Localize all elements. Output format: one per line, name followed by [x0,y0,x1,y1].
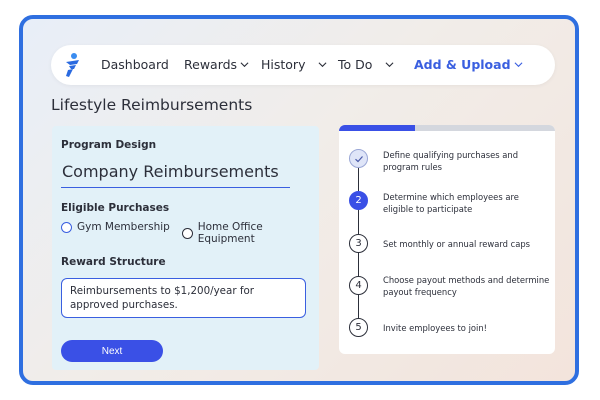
radio-button[interactable] [61,221,72,233]
steps-panel: Define qualifying purchases and program … [339,125,555,354]
progress-bar [339,125,555,131]
nav-dashboard[interactable]: Dashboard [101,57,169,72]
check-icon [354,155,363,162]
option-label: Home Office Equipment [197,221,263,245]
nav-history-label: History [261,57,306,72]
chevron-down-icon [514,62,523,68]
nav-add-upload[interactable]: Add & Upload [414,57,523,72]
app-frame: Dashboard Rewards History To Do Add & Up… [19,15,579,385]
nav-todo[interactable]: To Do [338,57,394,72]
nav-history[interactable]: History [261,57,327,72]
nav-todo-label: To Do [338,57,373,72]
option-home-office-equipment[interactable]: Home Office Equipment [182,221,319,245]
eligible-purchases-label: Eligible Purchases [61,202,170,214]
step-5-text: Invite employees to join! [383,323,488,333]
program-design-label: Program Design [61,139,157,151]
option-gym-membership[interactable]: Gym Membership [61,221,170,233]
step-3-text: Set monthly or annual reward caps [383,239,531,249]
step-2-circle: 2 [349,191,368,210]
radio-button[interactable] [182,227,193,239]
chevron-down-icon [240,62,249,68]
top-navbar: Dashboard Rewards History To Do Add & Up… [51,45,555,85]
step-3-circle: 3 [349,234,368,253]
nav-dashboard-label: Dashboard [101,57,169,72]
program-name-field[interactable]: Company Reimbursements [61,160,290,188]
step-1-text: Define qualifying purchases and program … [383,150,519,173]
step-1-circle [349,149,368,168]
option-label: Gym Membership [77,221,170,233]
nav-rewards-label: Rewards [184,57,238,72]
nav-add-upload-label: Add & Upload [414,57,511,72]
reward-structure-input[interactable]: Reimbursements to $1,200/year for approv… [61,278,306,318]
chevron-down-icon [319,62,327,68]
step-2-text: Determine which employees are eligible t… [383,192,519,215]
chevron-down-icon [385,62,394,68]
step-4-text: Choose payout methods and determine payo… [383,275,550,298]
step-5-circle: 5 [349,318,368,337]
progress-fill [339,125,415,131]
nav-rewards[interactable]: Rewards [184,57,249,72]
step-4-circle: 4 [349,276,368,295]
brand-logo-icon [66,53,79,77]
program-form-panel: Program Design Company Reimbursements El… [52,126,319,370]
page-title: Lifestyle Reimbursements [51,96,253,114]
reward-structure-label: Reward Structure [61,256,166,268]
next-button[interactable]: Next [61,340,163,362]
